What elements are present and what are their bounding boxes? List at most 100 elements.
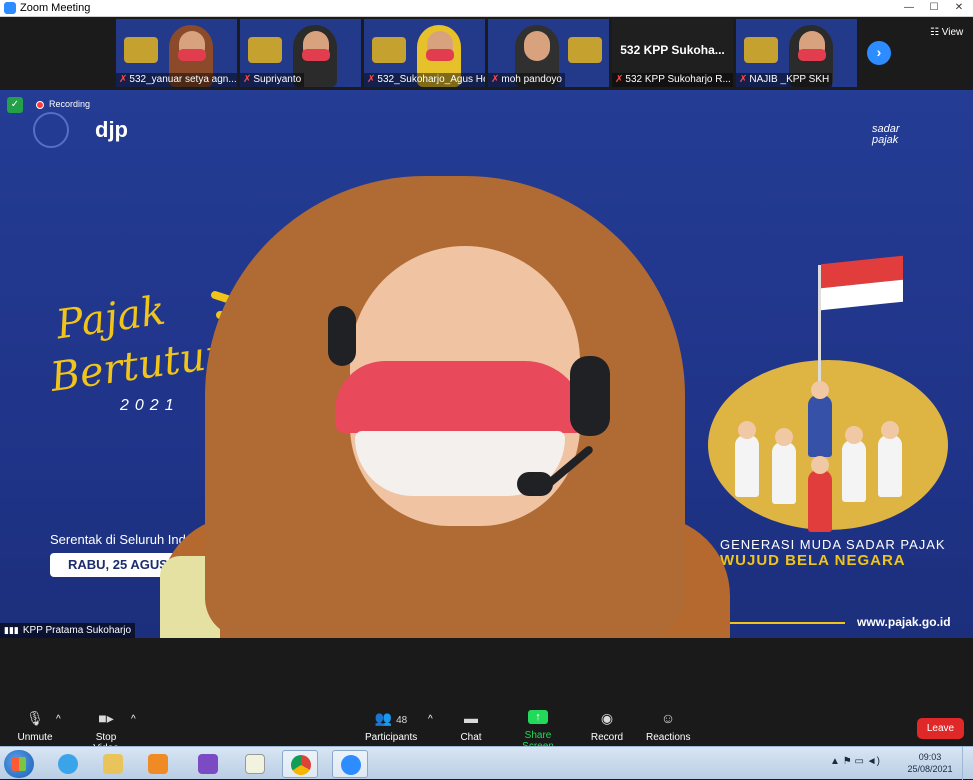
maximize-button[interactable]: ☐ — [922, 0, 946, 16]
participant-thumbnail[interactable]: ✗ 532_yanuar setya agn... — [116, 19, 237, 87]
recording-label: Recording — [49, 99, 91, 109]
event-logo — [248, 37, 282, 63]
headset-mic — [517, 472, 553, 496]
participant-name: ✗ NAJIB _KPP SKH — [736, 73, 833, 87]
participant-name: ✗ Supriyanto — [240, 73, 305, 87]
participant-name: ✗ 532 KPP Sukoharjo R... — [612, 73, 733, 87]
chat-button[interactable]: ▬ Chat — [458, 710, 484, 743]
student-illustration — [842, 426, 866, 502]
student-illustration — [808, 381, 832, 457]
event-logo — [744, 37, 778, 63]
headset-earcup — [570, 356, 610, 436]
website-url: www.pajak.go.id — [857, 615, 951, 629]
zoom-icon — [341, 755, 361, 775]
participant-mask — [301, 49, 330, 61]
mic-muted-icon: ✗ — [615, 74, 624, 85]
participant-mask — [425, 49, 454, 61]
security-shield-icon[interactable]: ✓ — [7, 97, 23, 113]
participant-name: ✗532_Sukoharjo_Agus Her... — [364, 73, 485, 87]
active-speaker-name: ▮▮▮ KPP Pratama Sukoharjo — [0, 623, 136, 638]
window-titlebar: Zoom Meeting — ☐ ✕ — [0, 0, 973, 17]
active-speaker-video: ✓ Recording djp sadar pajak Pajak Bertut… — [0, 90, 973, 638]
folder-icon — [103, 754, 123, 774]
mic-muted-icon: ✗ — [243, 74, 252, 85]
student-illustration — [772, 428, 796, 504]
minimize-button[interactable]: — — [897, 0, 921, 16]
student-illustration — [878, 421, 902, 497]
system-tray[interactable]: ▲ ⚑ ▭ ◄) — [830, 756, 880, 767]
participant-mask — [177, 49, 206, 61]
mic-muted-icon: ✗ — [739, 74, 748, 85]
tagline-line2: WUJUD BELA NEGARA — [720, 552, 906, 569]
participant-mask — [797, 49, 826, 61]
smile-plus-icon: ☺ — [660, 710, 676, 726]
taskbar-chrome[interactable] — [282, 750, 318, 778]
chat-icon: ▬ — [464, 710, 478, 726]
view-button[interactable]: ☷ View — [930, 27, 963, 38]
mic-muted-icon: 🎙 — [26, 710, 44, 726]
unmute-button[interactable]: 🎙 Unmute — [17, 710, 53, 743]
tagline-line1: GENERASI MUDA SADAR PAJAK — [720, 537, 946, 552]
visual-studio-icon — [198, 754, 218, 774]
participant-thumbnail[interactable]: ✗ Supriyanto — [240, 19, 361, 87]
show-desktop-button[interactable] — [962, 747, 973, 780]
participants-options-caret[interactable]: ^ — [428, 714, 433, 725]
zoom-app-icon — [4, 2, 16, 14]
participant-name: ✗ moh pandoyo — [488, 73, 565, 87]
window-title: Zoom Meeting — [20, 2, 91, 14]
participant-name: ✗ 532_yanuar setya agn... — [116, 73, 237, 87]
volume-icon: ◄) — [866, 756, 880, 767]
gallery-next-button[interactable]: › — [867, 41, 891, 65]
taskbar-file-explorer[interactable] — [95, 750, 131, 778]
close-button[interactable]: ✕ — [947, 0, 971, 16]
video-options-caret[interactable]: ^ — [131, 714, 136, 725]
chrome-icon — [291, 755, 311, 775]
clock-date: 25/08/2021 — [907, 764, 953, 774]
taskbar-media-player[interactable] — [140, 750, 176, 778]
share-screen-icon: ↑ — [528, 710, 548, 724]
speaker-person — [160, 176, 730, 638]
taskbar-clock[interactable]: 09:03 25/08/2021 — [905, 751, 955, 775]
event-logo — [372, 37, 406, 63]
reactions-button[interactable]: ☺ Reactions — [646, 710, 690, 743]
taskbar-notepad[interactable] — [237, 750, 273, 778]
taskbar-internet-explorer[interactable] — [50, 750, 86, 778]
leave-button[interactable]: Leave — [917, 718, 964, 739]
participant-thumbnail[interactable]: ✗ NAJIB _KPP SKH — [736, 19, 857, 87]
event-logo — [568, 37, 602, 63]
student-illustration — [735, 421, 759, 497]
headset-earcup — [328, 306, 356, 366]
audio-options-caret[interactable]: ^ — [56, 714, 61, 725]
grid-view-icon: ☷ — [930, 27, 942, 38]
signal-bars-icon: ▮▮▮ — [4, 625, 19, 635]
notepad-icon — [245, 754, 265, 774]
windows-taskbar: ▲ ⚑ ▭ ◄) 09:03 25/08/2021 — [0, 746, 973, 780]
participant-thumbnail[interactable]: ✗532_Sukoharjo_Agus Her... — [364, 19, 485, 87]
clock-time: 09:03 — [918, 752, 942, 762]
mic-muted-icon: ✗ — [367, 74, 376, 85]
speaker-mask-red — [335, 361, 585, 433]
video-camera-icon: ■▸ — [98, 710, 114, 726]
chevron-right-icon: › — [876, 44, 882, 60]
tray-arrow-icon: ▲ — [830, 756, 843, 767]
participants-button[interactable]: 👥 48 Participants — [365, 710, 417, 743]
recording-indicator-icon — [36, 101, 44, 109]
mic-muted-icon: ✗ — [119, 74, 128, 85]
meeting-controls-bar: 🎙 Unmute ^ ■▸ Stop Video ^ 👥 48 Particip… — [0, 638, 973, 754]
mic-muted-icon: ✗ — [491, 74, 500, 85]
windows-logo-icon — [12, 757, 26, 771]
internet-explorer-icon — [58, 754, 78, 774]
media-player-icon — [148, 754, 168, 774]
participant-thumbnail[interactable]: 532 KPP Sukoha... ✗ 532 KPP Sukoharjo R..… — [612, 19, 733, 87]
record-button[interactable]: ◉ Record — [590, 710, 624, 743]
participants-count: 48 — [396, 715, 408, 726]
participant-face — [524, 31, 551, 61]
network-icon: ▭ — [854, 756, 867, 767]
taskbar-zoom[interactable] — [332, 750, 368, 778]
start-button[interactable] — [4, 750, 34, 778]
taskbar-visual-studio[interactable] — [190, 750, 226, 778]
participant-display-name: 532 KPP Sukoha... — [620, 43, 725, 57]
participant-gallery-strip: ✗ 532_yanuar setya agn... ✗ Supriyanto ✗ 53… — [0, 17, 973, 90]
kemenkeu-emblem — [33, 112, 69, 148]
participant-thumbnail[interactable]: ✗ moh pandoyo — [488, 19, 609, 87]
